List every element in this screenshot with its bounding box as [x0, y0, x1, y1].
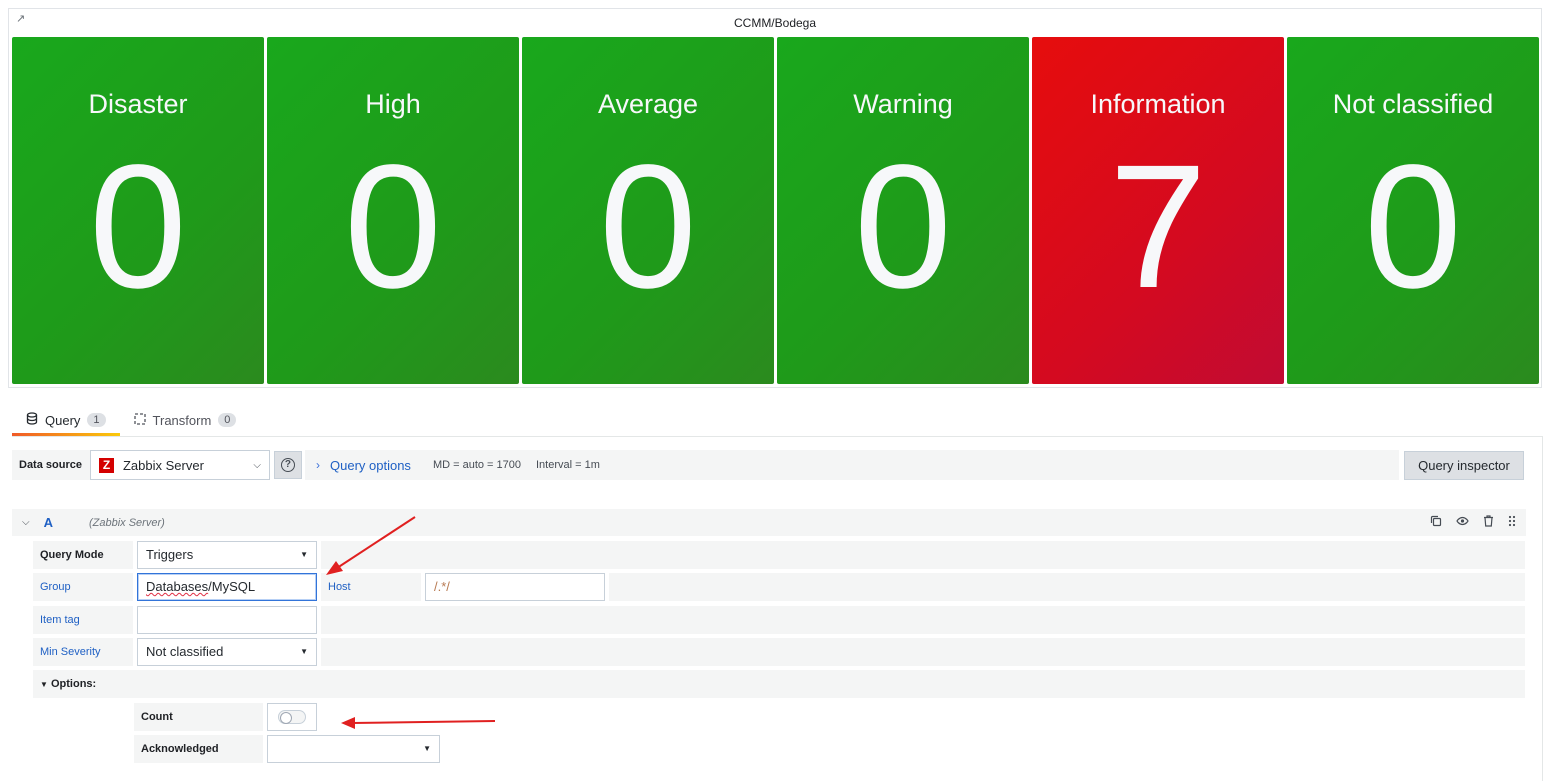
annotation-arrow-group [326, 516, 416, 575]
annotation-arrows [326, 516, 496, 729]
annotation-arrow-count [341, 717, 496, 729]
